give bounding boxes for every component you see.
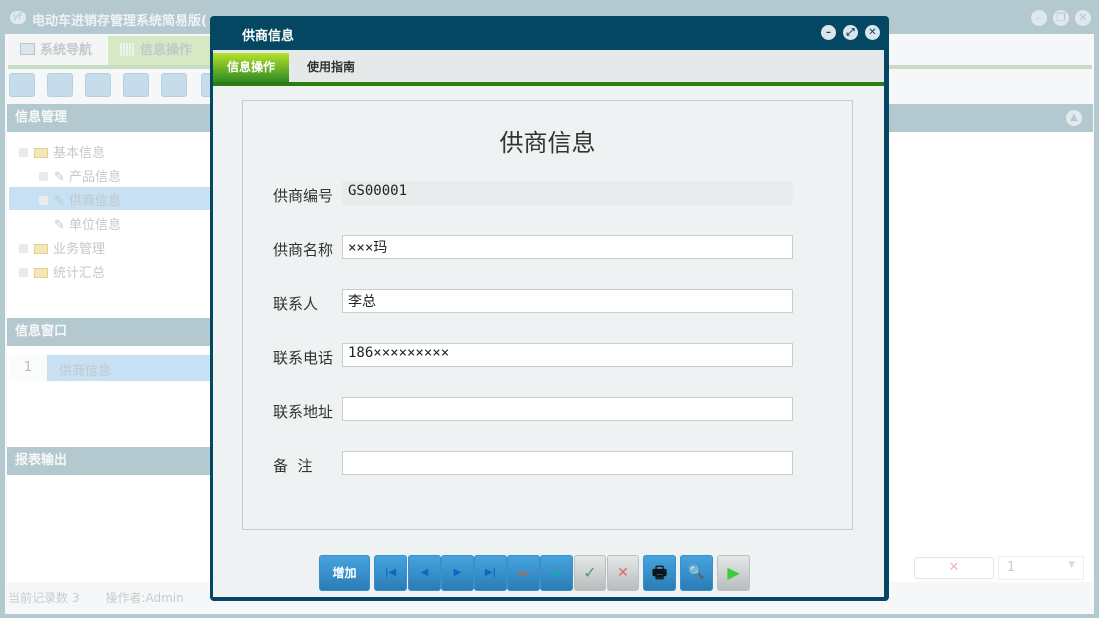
record-count: 当前记录数 3 [8, 591, 80, 605]
tree-label: 产品信息 [69, 170, 122, 185]
tab-info-ops[interactable]: 信息操作 [213, 53, 290, 82]
chevron-down-icon: ▼ [1068, 560, 1075, 570]
confirm-button[interactable]: ✓ [574, 555, 606, 591]
contact-input[interactable]: 李总 [342, 289, 793, 313]
prev-record-button[interactable]: ◀ [408, 555, 441, 591]
tree-item-product[interactable]: ✎ 产品信息 [39, 166, 121, 185]
run-button[interactable]: ▶ [717, 555, 750, 591]
tree-label: 业务管理 [53, 242, 106, 257]
tree-label: 基本信息 [53, 146, 106, 161]
right-panel-header [888, 104, 1093, 132]
restore-icon[interactable]: ❐ [1053, 10, 1069, 26]
print-button[interactable]: 🖶 [643, 555, 676, 591]
supplier-form: 供商信息 供商编号 GS00001 供商名称 ×××玛 联系人 李总 联系电话 … [242, 100, 853, 530]
left-panel: 信息管理 基本信息 ✎ 产品信息 ✎ 供商信息 ✎ 单位信息 业务管理 统计汇总… [7, 104, 211, 582]
dialog-maximize-icon[interactable]: ⤢ [843, 25, 858, 40]
collapse-icon[interactable] [19, 148, 28, 157]
monitor-icon [20, 43, 35, 55]
collapse-up-icon[interactable]: ▲ [1066, 110, 1082, 126]
info-window-header[interactable]: 信息窗口 [7, 318, 211, 346]
tab-underline [213, 82, 884, 86]
list-tool-button[interactable] [47, 73, 73, 97]
search-tool-button[interactable] [9, 73, 35, 97]
window-row[interactable]: 1 供商信息 [9, 355, 211, 381]
remark-label: 备 注 [273, 457, 313, 475]
info-mgmt-header[interactable]: 信息管理 [7, 104, 211, 132]
app-title: 电动车进销存管理系统简易版( [32, 14, 207, 29]
tree-item-business[interactable]: 业务管理 [19, 238, 105, 257]
folder-icon [34, 244, 48, 254]
close-icon[interactable]: ✕ [1075, 10, 1091, 26]
supplier-name-input[interactable]: ×××玛 [342, 235, 793, 259]
add-button[interactable]: 增加 [319, 555, 370, 591]
page-select[interactable]: 1 ▼ [998, 556, 1084, 580]
tool-icon: ✎ [54, 170, 70, 185]
dialog-tabs: 信息操作 使用指南 [213, 50, 884, 82]
dialog-title: 供商信息 [242, 29, 295, 44]
dialog-body: 信息操作 使用指南 供商信息 供商编号 GS00001 供商名称 ×××玛 联系… [213, 50, 884, 597]
expand-icon[interactable] [19, 244, 28, 253]
tab-label: 信息操作 [140, 43, 193, 58]
report-output-header[interactable]: 报表输出 [7, 447, 211, 475]
minimize-icon[interactable]: – [1031, 10, 1047, 26]
grid-icon [120, 43, 134, 56]
supplier-id-field: GS00001 [342, 181, 793, 205]
document-tool-button[interactable] [85, 73, 111, 97]
user-tool-button[interactable] [123, 73, 149, 97]
tool-icon: ✎ [54, 194, 70, 209]
tree-item-basic[interactable]: 基本信息 [19, 142, 105, 161]
tool-icon: ✎ [54, 218, 70, 233]
expand-icon[interactable] [39, 172, 48, 181]
contact-label: 联系人 [273, 295, 319, 313]
screen-tool-button[interactable] [161, 73, 187, 97]
remark-input[interactable] [342, 451, 793, 475]
address-input[interactable] [342, 397, 793, 421]
last-record-button[interactable]: ▶| [474, 555, 507, 591]
phone-input[interactable]: 186××××××××× [342, 343, 793, 367]
expand-icon[interactable] [19, 268, 28, 277]
tree-label: 统计汇总 [53, 266, 106, 281]
delete-button[interactable]: — [507, 555, 540, 591]
address-label: 联系地址 [273, 403, 334, 421]
edit-button[interactable]: ▲ [540, 555, 573, 591]
phone-label: 联系电话 [273, 349, 334, 367]
print-preview-button[interactable]: 🔍 [680, 555, 713, 591]
supplier-dialog: 供商信息 – ⤢ ✕ 信息操作 使用指南 供商信息 供商编号 GS00001 供… [210, 16, 889, 601]
cancel-button[interactable]: ✕ [607, 555, 639, 591]
folder-icon [34, 148, 48, 158]
supplier-id-label: 供商编号 [273, 187, 334, 205]
status-bar: 当前记录数 3 操作者:Admin [8, 589, 184, 606]
dialog-close-icon[interactable]: ✕ [865, 25, 880, 40]
supplier-name-label: 供商名称 [273, 241, 334, 259]
next-record-button[interactable]: ▶ [441, 555, 474, 591]
dialog-minimize-icon[interactable]: – [821, 25, 836, 40]
right-panel: ▲ ✕ 1 ▼ [888, 104, 1093, 582]
tree-item-unit[interactable]: ✎ 单位信息 [54, 214, 121, 233]
app-logo-icon: yF [10, 11, 26, 24]
cancel-button-bg[interactable]: ✕ [914, 557, 994, 579]
row-label: 供商信息 [59, 364, 112, 379]
operator: 操作者:Admin [105, 591, 184, 605]
tree-label: 单位信息 [69, 218, 122, 233]
tab-guide[interactable]: 使用指南 [293, 53, 369, 82]
page-select-value: 1 [1007, 560, 1016, 575]
expand-icon[interactable] [39, 196, 48, 205]
row-number: 1 [9, 355, 47, 381]
first-record-button[interactable]: |◀ [374, 555, 407, 591]
form-title: 供商信息 [499, 129, 596, 157]
tree-label: 供商信息 [69, 194, 122, 209]
tree-item-stats[interactable]: 统计汇总 [19, 262, 105, 281]
tab-label: 系统导航 [40, 43, 93, 58]
folder-icon [34, 268, 48, 278]
tree-item-supplier[interactable]: ✎ 供商信息 [9, 187, 211, 210]
